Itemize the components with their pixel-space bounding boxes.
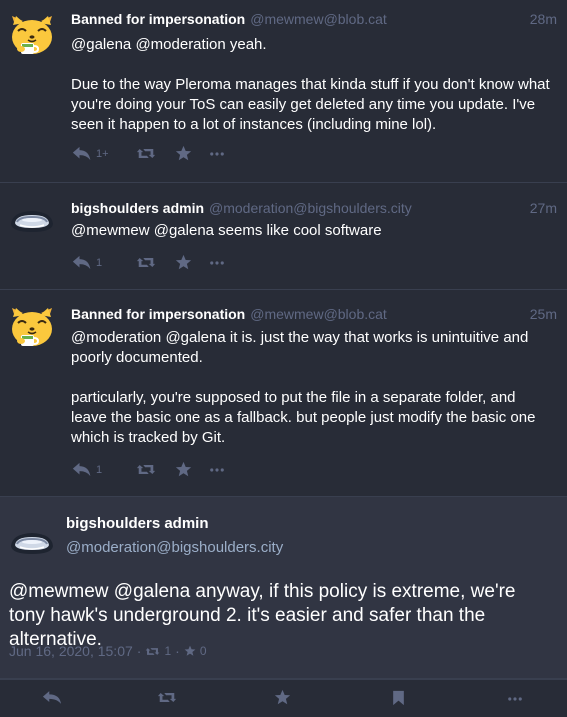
reply-count: 1 [96, 463, 103, 476]
boost-button[interactable] [136, 462, 175, 477]
reply-count: 1+ [96, 147, 109, 160]
ellipsis-icon [210, 467, 224, 473]
boost-button[interactable] [136, 146, 175, 161]
status-item[interactable]: Banned for impersonation @mewmew@blob.ca… [0, 290, 567, 497]
bookmark-button[interactable] [392, 690, 405, 706]
status-meta: Jun 16, 2020, 15:07 · 1 · 0 [9, 643, 207, 659]
content-paragraph: @moderation @galena it is. just the way … [71, 329, 529, 366]
detailed-action-bar [0, 679, 567, 717]
favourite-count: 0 [199, 644, 207, 658]
star-icon [184, 645, 196, 657]
shoulders-avatar[interactable] [8, 518, 56, 566]
account-handle[interactable]: @moderation@bigshoulders.city [209, 200, 412, 216]
reply-button[interactable]: 1+ [72, 146, 136, 161]
status-header: Banned for impersonation @mewmew@blob.ca… [71, 11, 557, 27]
separator: · [136, 643, 142, 659]
more-button[interactable] [508, 696, 522, 702]
action-bar: 1 [72, 254, 224, 271]
retweet-icon [145, 646, 160, 657]
reply-icon [42, 690, 62, 705]
status-content: @moderation @galena it is. just the way … [71, 328, 555, 448]
status-date-link[interactable]: Jun 16, 2020, 15:07 [9, 643, 133, 659]
content-paragraph: Due to the way Pleroma manages that kind… [71, 76, 550, 133]
star-icon [175, 461, 192, 478]
favourite-button[interactable] [175, 254, 210, 271]
star-icon [175, 145, 192, 162]
reply-all-icon [72, 462, 92, 477]
reply-button[interactable]: 1 [72, 255, 136, 270]
retweet-icon [157, 690, 177, 705]
reply-button[interactable] [42, 690, 62, 705]
retweet-icon [136, 462, 156, 477]
more-button[interactable] [210, 260, 224, 266]
action-bar: 1 [72, 461, 224, 478]
status-content: @mewmew @galena seems like cool software [71, 221, 555, 241]
boost-count-link[interactable]: 1 [145, 644, 171, 658]
retweet-icon [136, 146, 156, 161]
reply-all-icon [72, 146, 92, 161]
status-item[interactable]: bigshoulders admin @moderation@bigshould… [0, 183, 567, 290]
retweet-icon [136, 255, 156, 270]
more-button[interactable] [210, 467, 224, 473]
account-handle[interactable]: @mewmew@blob.cat [250, 306, 387, 322]
star-icon [274, 689, 291, 706]
more-button[interactable] [210, 151, 224, 157]
action-bar: 1+ [72, 145, 224, 162]
blob-cat-avatar[interactable] [8, 12, 56, 60]
ellipsis-icon [508, 696, 522, 702]
display-name[interactable]: Banned for impersonation [71, 306, 245, 322]
favourite-count-link[interactable]: 0 [184, 644, 207, 658]
reply-all-icon [72, 255, 92, 270]
content-paragraph: @mewmew @galena seems like cool software [71, 222, 382, 239]
relative-time[interactable]: 25m [530, 306, 557, 322]
boost-count: 1 [164, 644, 172, 658]
status-header: Banned for impersonation @mewmew@blob.ca… [71, 306, 557, 322]
favourite-button[interactable] [175, 461, 210, 478]
star-icon [175, 254, 192, 271]
account-handle[interactable]: @mewmew@blob.cat [250, 11, 387, 27]
account-handle[interactable]: @moderation@bigshoulders.city [66, 539, 283, 556]
favourite-button[interactable] [175, 145, 210, 162]
boost-button[interactable] [157, 690, 177, 705]
reply-count: 1 [96, 256, 103, 269]
display-name[interactable]: Banned for impersonation [71, 11, 245, 27]
status-content: @galena @moderation yeah. Due to the way… [71, 35, 555, 135]
status-content: @mewmew @galena anyway, if this policy i… [9, 581, 516, 650]
status-header: bigshoulders admin @moderation@bigshould… [71, 200, 557, 216]
display-name[interactable]: bigshoulders admin [66, 515, 209, 532]
status-item[interactable]: Banned for impersonation @mewmew@blob.ca… [0, 0, 567, 183]
detailed-status: bigshoulders admin @moderation@bigshould… [0, 497, 567, 679]
content-paragraph: @galena @moderation yeah. [71, 36, 267, 53]
relative-time[interactable]: 27m [530, 200, 557, 216]
boost-button[interactable] [136, 255, 175, 270]
shoulders-avatar[interactable] [8, 196, 56, 244]
ellipsis-icon [210, 151, 224, 157]
relative-time[interactable]: 28m [530, 11, 557, 27]
display-name[interactable]: bigshoulders admin [71, 200, 204, 216]
bookmark-icon [392, 690, 405, 706]
separator: · [175, 643, 180, 659]
content-paragraph: particularly, you're supposed to put the… [71, 389, 536, 446]
favourite-button[interactable] [274, 689, 291, 706]
blob-cat-avatar[interactable] [8, 304, 56, 352]
reply-button[interactable]: 1 [72, 462, 136, 477]
ellipsis-icon [210, 260, 224, 266]
